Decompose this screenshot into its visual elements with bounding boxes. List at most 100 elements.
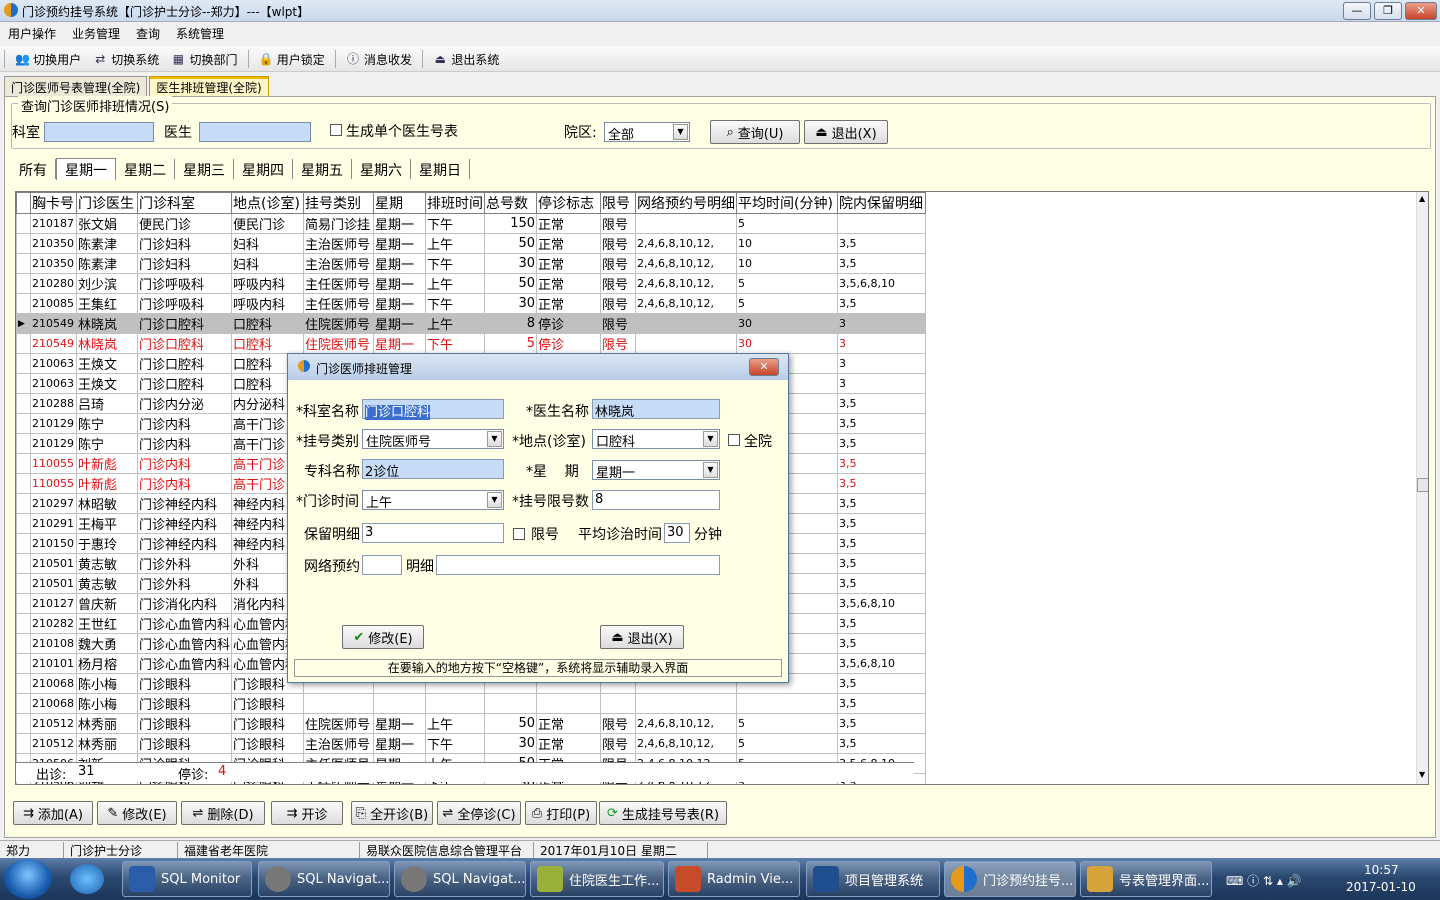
- tab-sunday[interactable]: 星期日: [411, 159, 470, 179]
- dept-name-input[interactable]: 门诊口腔科: [362, 399, 504, 420]
- reg-limit-input[interactable]: 8: [592, 490, 720, 510]
- dialog-close-button[interactable]: ✕: [749, 358, 779, 376]
- task-project-management[interactable]: 项目管理系统: [806, 861, 940, 897]
- net-booking-input[interactable]: [362, 555, 402, 575]
- messages-button[interactable]: ⓘ 消息收发: [342, 48, 416, 70]
- row-header[interactable]: [16, 693, 31, 714]
- table-row[interactable]: 210187 张文娟 便民门诊 便民门诊 简易门诊挂 星期一 下午 150 正常 限号 5: [16, 213, 927, 234]
- column-header[interactable]: 地点(诊室): [231, 192, 305, 214]
- task-number-table-manager[interactable]: 号表管理界面...: [1080, 861, 1212, 897]
- task-inpatient-doctor[interactable]: 住院医生工作...: [530, 861, 664, 897]
- area-select[interactable]: 全部 ▼: [604, 122, 690, 143]
- whole-hospital-checkbox[interactable]: [728, 434, 740, 446]
- tray-date[interactable]: 2017-01-10: [1346, 880, 1416, 894]
- column-header[interactable]: 胸卡号: [30, 192, 77, 214]
- table-row[interactable]: 210350 陈素津 门诊妇科 妇科 主治医师号 星期一 下午 30 正常 限号 2,4,6,8,1…: [16, 253, 927, 274]
- switch-system-button[interactable]: ⇄ 切换系统: [89, 48, 163, 70]
- row-selector-arrow-icon[interactable]: ▶: [16, 313, 31, 334]
- row-header[interactable]: [16, 653, 31, 674]
- row-header[interactable]: [16, 433, 31, 454]
- row-header[interactable]: [16, 393, 31, 414]
- column-header[interactable]: 门诊医生: [76, 192, 138, 214]
- row-header[interactable]: [16, 373, 31, 394]
- row-header[interactable]: [16, 593, 31, 614]
- table-row[interactable]: 210280 刘少滨 门诊呼吸科 呼吸内科 主任医师号 星期一 上午 50 正常 限号 2,4,6,…: [16, 273, 927, 294]
- table-row[interactable]: 210350 陈素津 门诊妇科 妇科 主治医师号 星期一 上午 50 正常 限号 2,4,6,8,1…: [16, 233, 927, 254]
- column-header[interactable]: 星期: [373, 192, 427, 214]
- stop-all-button[interactable]: ⇌ 全停诊(C): [437, 801, 521, 825]
- row-header[interactable]: [16, 253, 31, 274]
- table-row[interactable]: 210512 林秀丽 门诊眼科 门诊眼科 住院医师号 星期一 上午 50 正常 限号 2,4,6,8…: [16, 713, 927, 734]
- table-row[interactable]: 210085 王集红 门诊呼吸科 呼吸内科 主任医师号 星期一 下午 30 正常 限号 2,4,6,…: [16, 293, 927, 314]
- row-header[interactable]: [16, 513, 31, 534]
- task-sql-monitor[interactable]: SQL Monitor: [122, 861, 252, 897]
- row-header[interactable]: [16, 613, 31, 634]
- dept-input[interactable]: [44, 122, 154, 142]
- tab-saturday[interactable]: 星期六: [352, 159, 411, 179]
- menu-business[interactable]: 业务管理: [64, 22, 128, 42]
- scroll-down-icon[interactable]: ▼: [1419, 770, 1425, 779]
- tab-wednesday[interactable]: 星期三: [175, 159, 234, 179]
- row-header[interactable]: [16, 713, 31, 734]
- close-button[interactable]: ✕: [1405, 2, 1437, 20]
- add-button[interactable]: ⇉ 添加(A): [13, 801, 93, 825]
- tab-friday[interactable]: 星期五: [293, 159, 352, 179]
- detail-input[interactable]: [436, 555, 720, 575]
- reg-type-select[interactable]: 住院医师号 ▼: [362, 429, 504, 450]
- doctor-name-input[interactable]: 林晓岚: [592, 399, 720, 420]
- switch-department-button[interactable]: ▦ 切换部门: [167, 48, 241, 70]
- task-outpatient-registration[interactable]: 门诊预约挂号...: [944, 861, 1076, 897]
- single-doctor-checkbox[interactable]: [330, 124, 342, 136]
- limit-flag-checkbox[interactable]: [513, 528, 525, 540]
- column-header[interactable]: 排班时间: [425, 192, 486, 214]
- ie-icon[interactable]: [70, 864, 104, 894]
- menu-system[interactable]: 系统管理: [168, 22, 232, 42]
- query-button[interactable]: ⌕ 查询(U): [710, 120, 800, 144]
- row-header[interactable]: [16, 493, 31, 514]
- table-row[interactable]: 210549 林晓岚 门诊口腔科 口腔科 住院医师号 星期一 下午 5 停诊 限号 30 3: [16, 333, 927, 354]
- tab-doctor-schedule[interactable]: 医生排班管理(全院): [149, 76, 269, 96]
- column-header[interactable]: 平均时间(分钟): [736, 192, 839, 214]
- row-header[interactable]: [16, 293, 31, 314]
- print-button[interactable]: ⎙ 打印(P): [525, 801, 597, 825]
- generate-table-button[interactable]: ⟳ 生成挂号号表(R): [599, 801, 727, 825]
- modify-button[interactable]: ✎ 修改(E): [97, 801, 177, 825]
- maximize-button[interactable]: ❐: [1374, 2, 1402, 20]
- avg-time-input[interactable]: 30: [664, 523, 690, 543]
- task-radmin-viewer[interactable]: Radmin Vie...: [668, 861, 800, 897]
- dialog-exit-button[interactable]: ⏏ 退出(X): [600, 625, 684, 649]
- column-header[interactable]: 门诊科室: [136, 192, 233, 214]
- row-header[interactable]: [16, 733, 31, 754]
- tab-monday[interactable]: 星期一: [56, 158, 116, 180]
- column-header[interactable]: 网络预约号明细: [635, 192, 738, 214]
- open-clinic-button[interactable]: ⇉ 开诊: [271, 801, 343, 825]
- start-button[interactable]: [4, 859, 52, 899]
- row-header[interactable]: [16, 273, 31, 294]
- dialog-modify-button[interactable]: ✔ 修改(E): [342, 625, 424, 649]
- menu-user-ops[interactable]: 用户操作: [0, 22, 64, 42]
- place-select[interactable]: 口腔科 ▼: [592, 429, 720, 450]
- table-row[interactable]: 210068 陈小梅 门诊眼科 门诊眼科 3,5: [16, 693, 927, 714]
- row-header[interactable]: [16, 553, 31, 574]
- switch-user-button[interactable]: 👥 切换用户: [11, 48, 85, 70]
- exit-system-button[interactable]: ⏏ 退出系统: [429, 48, 503, 70]
- column-header[interactable]: 挂号类别: [303, 192, 375, 214]
- column-header[interactable]: 停诊标志: [536, 192, 602, 214]
- weekday-select[interactable]: 星期一 ▼: [592, 460, 720, 481]
- row-header[interactable]: [16, 413, 31, 434]
- tray-icons[interactable]: ⌨ ⓘ ⇅ ▴ 🔊: [1226, 872, 1302, 889]
- column-header[interactable]: 院内保留明细: [837, 192, 927, 214]
- doctor-input[interactable]: [199, 122, 311, 142]
- row-header[interactable]: [16, 453, 31, 474]
- row-header[interactable]: [16, 573, 31, 594]
- reserve-input[interactable]: 3: [362, 523, 504, 543]
- specialty-input[interactable]: 2诊位: [362, 459, 504, 480]
- delete-button[interactable]: ⇌ 删除(D): [181, 801, 265, 825]
- exit-button[interactable]: ⏏ 退出(X): [804, 120, 888, 144]
- vertical-scrollbar[interactable]: ▲ ▼: [1416, 192, 1428, 784]
- menu-query[interactable]: 查询: [128, 22, 168, 42]
- row-header[interactable]: [16, 333, 31, 354]
- row-header[interactable]: [16, 473, 31, 494]
- task-sql-navigator-2[interactable]: SQL Navigat...: [394, 861, 526, 897]
- clinic-time-select[interactable]: 上午 ▼: [362, 490, 504, 511]
